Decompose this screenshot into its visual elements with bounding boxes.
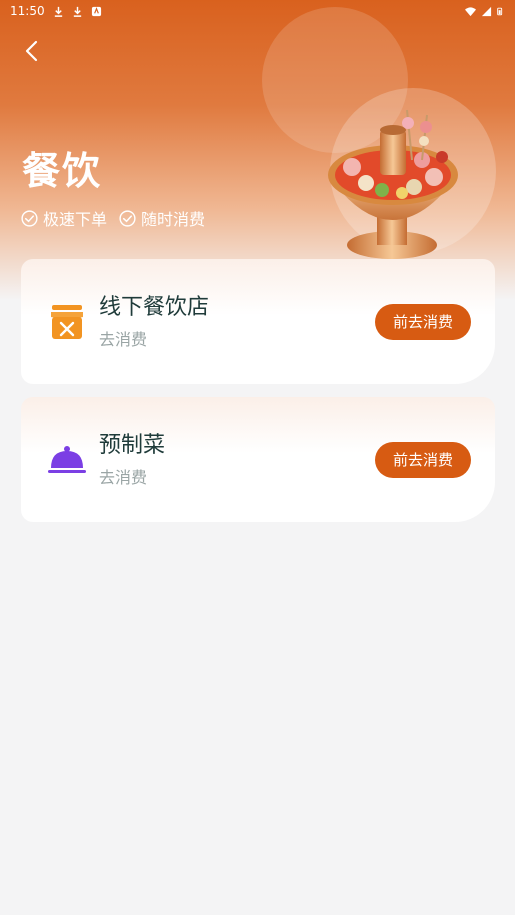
hotpot-illustration xyxy=(328,109,458,259)
prepared-dishes-card[interactable]: 预制菜 去消费 前去消费 xyxy=(21,397,495,522)
offline-restaurant-card[interactable]: 线下餐饮店 去消费 前去消费 xyxy=(21,259,495,384)
battery-icon xyxy=(497,7,503,15)
status-time: 11:50 xyxy=(10,4,45,18)
card-title: 线下餐饮店 xyxy=(99,294,210,320)
wifi-icon xyxy=(465,6,476,16)
go-consume-button[interactable]: 前去消费 xyxy=(375,303,471,340)
back-button[interactable] xyxy=(16,36,46,66)
chevron-left-icon xyxy=(25,40,38,62)
go-consume-button[interactable]: 前去消费 xyxy=(375,441,471,478)
signal-icon xyxy=(481,6,492,16)
status-bar: 11:50 xyxy=(0,0,515,22)
download-icon xyxy=(73,6,81,17)
feature-label: 随时消费 xyxy=(141,210,206,229)
feature-item: 极速下单 xyxy=(21,206,107,230)
app-notification-icon xyxy=(91,6,101,16)
store-icon xyxy=(47,302,87,342)
download-icon xyxy=(54,6,62,17)
page-title: 餐饮 xyxy=(22,149,103,193)
card-subtitle: 去消费 xyxy=(99,329,148,349)
check-circle-icon xyxy=(21,209,38,227)
card-title: 预制菜 xyxy=(99,432,166,458)
card-subtitle: 去消费 xyxy=(99,467,148,487)
feature-list: 极速下单 随时消费 xyxy=(21,206,205,230)
food-cloche-icon xyxy=(47,440,87,480)
feature-label: 极速下单 xyxy=(43,210,108,229)
card-text: 线下餐饮店 去消费 xyxy=(99,294,209,350)
feature-item: 随时消费 xyxy=(119,206,205,230)
check-circle-icon xyxy=(119,209,136,227)
card-text: 预制菜 去消费 xyxy=(99,432,165,488)
